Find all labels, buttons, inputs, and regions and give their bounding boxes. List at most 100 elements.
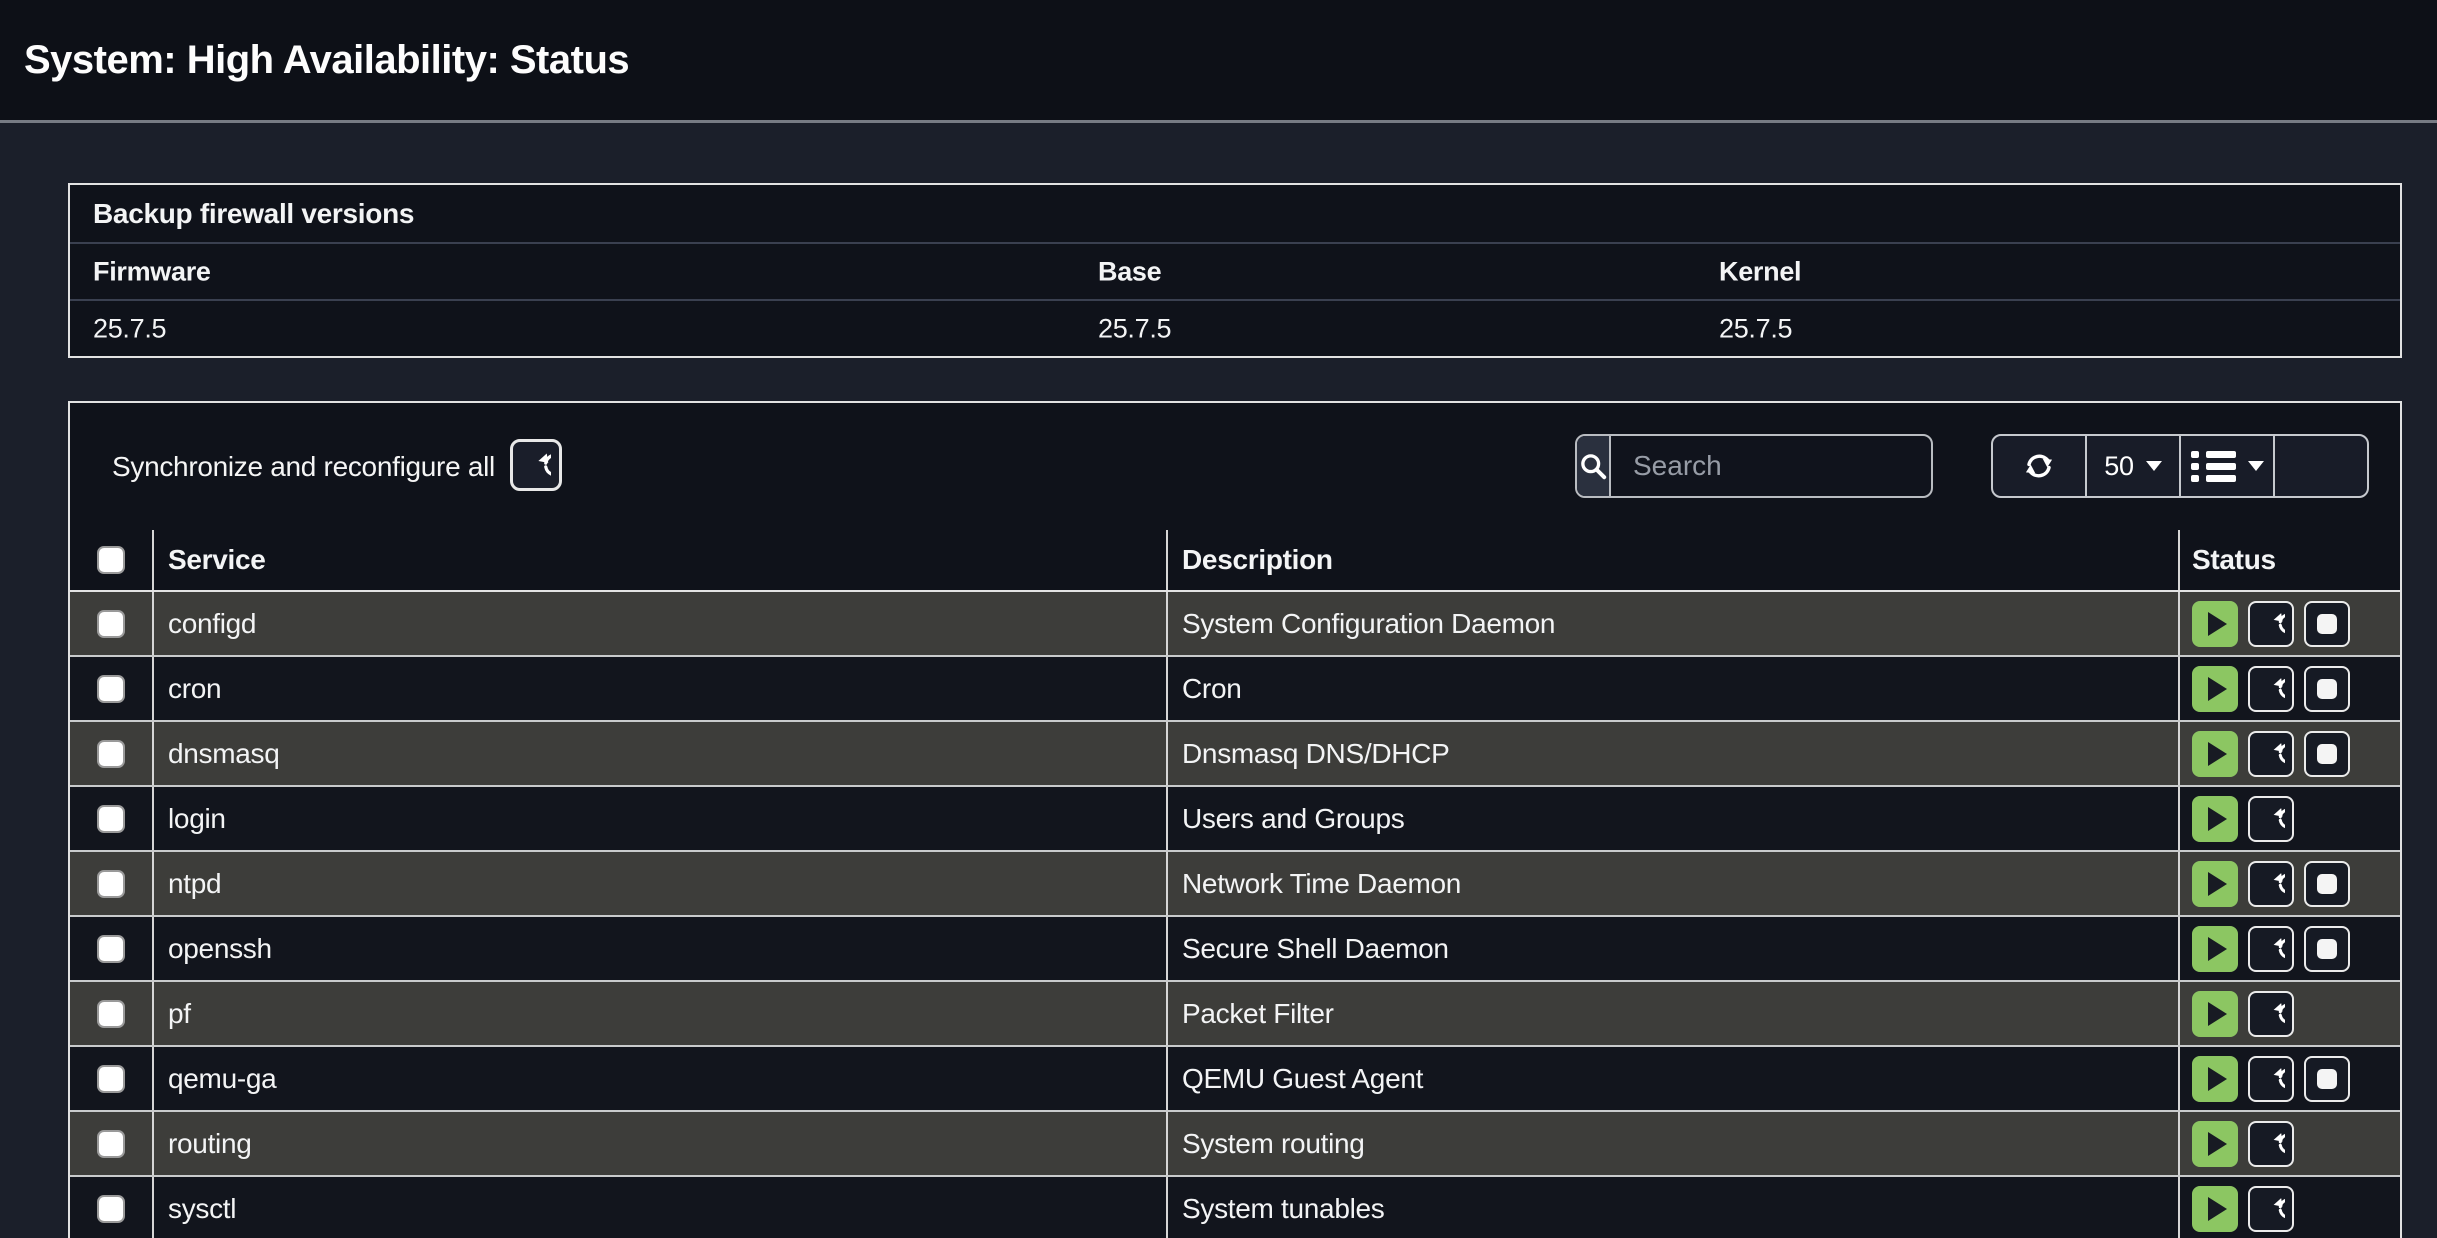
play-icon: [2208, 1132, 2227, 1156]
restart-button[interactable]: [2248, 666, 2294, 712]
table-row: openssh Secure Shell Daemon: [70, 917, 2400, 982]
play-icon: [2208, 1002, 2227, 1026]
restart-button[interactable]: [2248, 601, 2294, 647]
service-name: dnsmasq: [154, 722, 1168, 785]
search-box: [1575, 434, 1933, 498]
page-title: System: High Availability: Status: [0, 38, 629, 83]
versions-value-row: 25.7.5 25.7.5 25.7.5: [70, 299, 2400, 356]
row-checkbox-cell: [70, 657, 154, 720]
rotate-right-icon: [2258, 805, 2285, 832]
play-icon: [2208, 677, 2227, 701]
row-checkbox[interactable]: [97, 805, 125, 833]
kernel-version: 25.7.5: [1719, 313, 1792, 344]
column-selector-dropdown[interactable]: [2179, 436, 2273, 496]
start-button[interactable]: [2192, 861, 2238, 907]
versions-column-headers: Firmware Base Kernel: [70, 242, 2400, 299]
search-input[interactable]: [1611, 436, 1933, 496]
service-name: configd: [154, 592, 1168, 655]
restart-button[interactable]: [2248, 796, 2294, 842]
rotate-right-icon: [2258, 675, 2285, 702]
restart-button[interactable]: [2248, 1186, 2294, 1232]
start-button[interactable]: [2192, 926, 2238, 972]
service-name: pf: [154, 982, 1168, 1045]
start-button[interactable]: [2192, 601, 2238, 647]
table-row: login Users and Groups: [70, 787, 2400, 852]
restart-button[interactable]: [2248, 1121, 2294, 1167]
row-checkbox[interactable]: [97, 870, 125, 898]
service-name: ntpd: [154, 852, 1168, 915]
restart-button[interactable]: [2248, 991, 2294, 1037]
table-row: cron Cron: [70, 657, 2400, 722]
row-checkbox-cell: [70, 1112, 154, 1175]
start-button[interactable]: [2192, 666, 2238, 712]
row-checkbox-cell: [70, 982, 154, 1045]
stop-button[interactable]: [2304, 1056, 2350, 1102]
stop-button[interactable]: [2304, 926, 2350, 972]
row-checkbox[interactable]: [97, 1195, 125, 1223]
row-checkbox-cell: [70, 852, 154, 915]
row-checkbox[interactable]: [97, 740, 125, 768]
versions-col-kernel: Kernel: [1719, 256, 1801, 287]
row-checkbox-cell: [70, 722, 154, 785]
rotate-right-icon: [2258, 1130, 2285, 1157]
select-all-cell: [70, 530, 154, 590]
restart-button[interactable]: [2248, 861, 2294, 907]
service-name: cron: [154, 657, 1168, 720]
stop-button[interactable]: [2304, 601, 2350, 647]
rotate-right-icon: [2258, 935, 2285, 962]
start-button[interactable]: [2192, 1056, 2238, 1102]
row-checkbox[interactable]: [97, 675, 125, 703]
stop-button[interactable]: [2304, 861, 2350, 907]
play-icon: [2208, 937, 2227, 961]
rotate-right-icon: [2258, 1000, 2285, 1027]
service-status-actions: [2180, 592, 2400, 655]
row-checkbox-cell: [70, 787, 154, 850]
row-checkbox-cell: [70, 917, 154, 980]
reload-table-button[interactable]: [1993, 436, 2085, 496]
restart-button[interactable]: [2248, 1056, 2294, 1102]
caret-down-icon: [2248, 461, 2264, 471]
restart-button[interactable]: [2248, 731, 2294, 777]
stop-icon: [2317, 939, 2337, 959]
magnifier-icon: [1577, 450, 1609, 482]
service-status-actions: [2180, 722, 2400, 785]
start-button[interactable]: [2192, 1121, 2238, 1167]
row-checkbox[interactable]: [97, 1000, 125, 1028]
row-checkbox[interactable]: [97, 610, 125, 638]
rotate-right-icon: [2258, 870, 2285, 897]
service-description: Users and Groups: [1168, 787, 2180, 850]
services-table: Service Description Status configd Syste…: [70, 530, 2400, 1238]
stop-icon: [2317, 744, 2337, 764]
service-status-actions: [2180, 852, 2400, 915]
rotate-right-icon: [2258, 1065, 2285, 1092]
stop-icon: [2317, 614, 2337, 634]
stop-button[interactable]: [2304, 731, 2350, 777]
service-name: sysctl: [154, 1177, 1168, 1238]
table-controls-group: 50: [1991, 434, 2369, 498]
start-button[interactable]: [2192, 991, 2238, 1037]
rotate-right-icon: [2258, 740, 2285, 767]
search-button[interactable]: [1577, 436, 1611, 496]
service-description: Packet Filter: [1168, 982, 2180, 1045]
service-status-actions: [2180, 982, 2400, 1045]
services-table-header: Service Description Status: [70, 530, 2400, 592]
firmware-version: 25.7.5: [93, 313, 166, 344]
row-checkbox[interactable]: [97, 935, 125, 963]
row-checkbox[interactable]: [97, 1130, 125, 1158]
service-status-actions: [2180, 787, 2400, 850]
caret-down-icon: [2146, 461, 2162, 471]
select-all-checkbox[interactable]: [97, 546, 125, 574]
page-size-dropdown[interactable]: 50: [2085, 436, 2179, 496]
start-button[interactable]: [2192, 1186, 2238, 1232]
start-button[interactable]: [2192, 796, 2238, 842]
sync-all-button[interactable]: [510, 439, 562, 491]
versions-col-firmware: Firmware: [93, 256, 211, 287]
service-description: System Configuration Daemon: [1168, 592, 2180, 655]
backup-versions-panel: Backup firewall versions Firmware Base K…: [68, 183, 2402, 358]
row-checkbox[interactable]: [97, 1065, 125, 1093]
stop-icon: [2317, 1069, 2337, 1089]
table-row: qemu-ga QEMU Guest Agent: [70, 1047, 2400, 1112]
restart-button[interactable]: [2248, 926, 2294, 972]
start-button[interactable]: [2192, 731, 2238, 777]
stop-button[interactable]: [2304, 666, 2350, 712]
